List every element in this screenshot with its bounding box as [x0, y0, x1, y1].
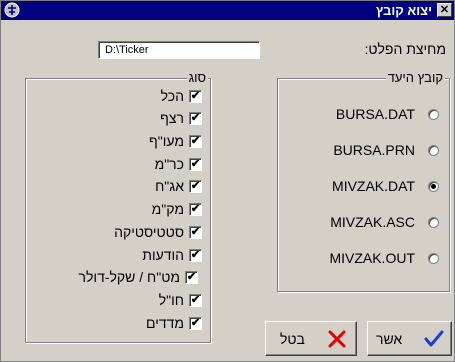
radio-button[interactable] [428, 253, 439, 264]
checkbox-label: מק"מ [151, 201, 184, 217]
close-icon: ✕ [439, 4, 450, 16]
checkbox-label: כר"מ [154, 156, 184, 172]
checkbox-item-maof[interactable]: ✔ מעו"ף [82, 133, 202, 151]
checkbox-item-bonds[interactable]: ✔ אג"ח [82, 178, 202, 196]
output-folder-label: מחיצת הפלט: [364, 41, 446, 57]
checkbox-label: הכל [160, 88, 184, 104]
radio-button[interactable] [428, 109, 439, 120]
cancel-button[interactable]: בטל [265, 321, 357, 356]
check-icon [424, 330, 444, 347]
radio-label: MIVZAK.ASC [330, 214, 415, 230]
close-button[interactable]: ✕ [437, 3, 452, 17]
app-emblem-icon [4, 2, 20, 18]
checkbox-item-forex[interactable]: ✔ מט"ח / שקל-דולר [28, 269, 198, 287]
checkbox-item-statistics[interactable]: ✔ סטטיסטיקה [82, 224, 202, 242]
checkbox-label: חו"ל [158, 292, 184, 308]
export-file-dialog: יצוא קובץ ✕ מחיצת הפלט: D:\Ticker קובץ ה… [0, 0, 455, 362]
type-legend: סוג [186, 70, 208, 85]
checkbox[interactable]: ✔ [189, 294, 202, 307]
radio-option-mivzak-dat[interactable]: MIVZAK.DAT [289, 178, 439, 196]
checkbox-label: מט"ח / שקל-דולר [78, 269, 180, 285]
window-title: יצוא קובץ [375, 3, 432, 18]
checkbox[interactable]: ✔ [189, 249, 202, 262]
checkbox[interactable]: ✔ [189, 226, 202, 239]
target-file-legend: קובץ היעד [385, 70, 445, 85]
radio-button[interactable] [428, 217, 439, 228]
radio-label: BURSA.PRN [333, 142, 415, 158]
title-bar: יצוא קובץ ✕ [1, 1, 454, 20]
radio-label: BURSA.DAT [335, 106, 415, 122]
checkbox[interactable]: ✔ [189, 135, 202, 148]
checkbox-label: אג"ח [155, 178, 184, 194]
checkbox-item-all[interactable]: ✔ הכל [82, 88, 202, 106]
checkbox-item-messages[interactable]: ✔ הודעות [82, 247, 202, 265]
radio-option-mivzak-asc[interactable]: MIVZAK.ASC [289, 214, 439, 232]
checkbox-item-abroad[interactable]: ✔ חו"ל [82, 292, 202, 310]
checkbox[interactable]: ✔ [189, 158, 202, 171]
checkbox[interactable]: ✔ [189, 112, 202, 125]
checkbox[interactable]: ✔ [189, 180, 202, 193]
type-group: סוג ✔ הכל ✔ רצף ✔ מעו"ף ✔ כר"מ ✔ אג"ח ✔ … [25, 70, 211, 343]
checkbox[interactable]: ✔ [189, 317, 202, 330]
checkbox-label: מדדים [146, 315, 184, 331]
checkbox-label: רצף [160, 110, 184, 126]
checkbox[interactable]: ✔ [189, 90, 202, 103]
radio-option-mivzak-out[interactable]: MIVZAK.OUT [289, 250, 439, 268]
checkbox-item-continuous[interactable]: ✔ רצף [82, 110, 202, 128]
radio-label: MIVZAK.OUT [329, 250, 415, 266]
x-icon [328, 330, 346, 348]
checkbox-label: מעו"ף [149, 133, 184, 149]
radio-button[interactable] [428, 181, 439, 192]
radio-button[interactable] [428, 145, 439, 156]
target-file-group: קובץ היעד BURSA.DAT BURSA.PRN MIVZAK.DAT… [277, 70, 450, 292]
checkbox[interactable]: ✔ [189, 203, 202, 216]
checkbox-item-indices[interactable]: ✔ מדדים [82, 315, 202, 333]
ok-button-label: אשר [376, 331, 403, 347]
checkbox-item-makam[interactable]: ✔ מק"מ [82, 201, 202, 219]
cancel-button-label: בטל [280, 331, 305, 347]
checkbox[interactable]: ✔ [185, 271, 198, 284]
checkbox-label: סטטיסטיקה [114, 224, 184, 240]
output-folder-input[interactable]: D:\Ticker [98, 41, 260, 59]
checkbox-label: הודעות [142, 247, 184, 263]
radio-option-bursa-dat[interactable]: BURSA.DAT [289, 106, 439, 124]
ok-button[interactable]: אשר [367, 321, 452, 356]
radio-option-bursa-prn[interactable]: BURSA.PRN [289, 142, 439, 160]
radio-label: MIVZAK.DAT [332, 178, 415, 194]
checkbox-item-karam[interactable]: ✔ כר"מ [82, 156, 202, 174]
